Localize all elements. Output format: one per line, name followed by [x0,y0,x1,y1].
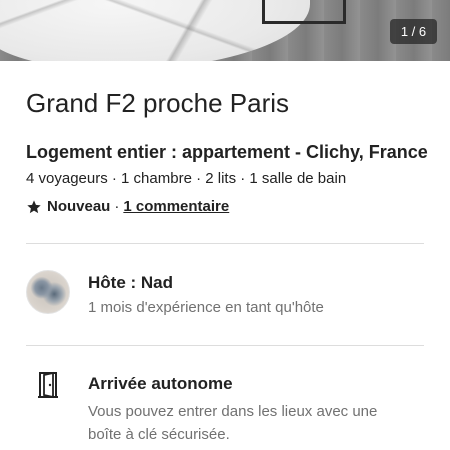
listing-photo[interactable] [0,0,450,61]
new-badge: Nouveau [47,198,111,215]
photo-furniture-frame [262,0,346,24]
host-experience: 1 mois d'expérience en tant qu'hôte [88,299,324,316]
checkin-title: Arrivée autonome [88,374,233,393]
photo-counter-badge: 1 / 6 [390,19,437,44]
host-title: Hôte : Nad [88,273,173,292]
listing-details: 4 voyageurs · 1 chambre · 2 lits · 1 sal… [26,170,347,187]
door-icon [38,371,58,399]
reviews-link[interactable]: 1 commentaire [123,198,229,215]
separator-dot: · [114,198,120,215]
listing-title: Grand F2 proche Paris [26,88,290,118]
divider [26,345,424,346]
divider [26,243,424,244]
listing-subtitle: Logement entier : appartement - Clichy, … [26,142,428,162]
rating-row: Nouveau · 1 commentaire [26,198,229,215]
host-avatar[interactable] [26,270,70,314]
star-icon [27,199,41,213]
checkin-description: Vous pouvez entrer dans les lieux avec u… [88,403,378,443]
